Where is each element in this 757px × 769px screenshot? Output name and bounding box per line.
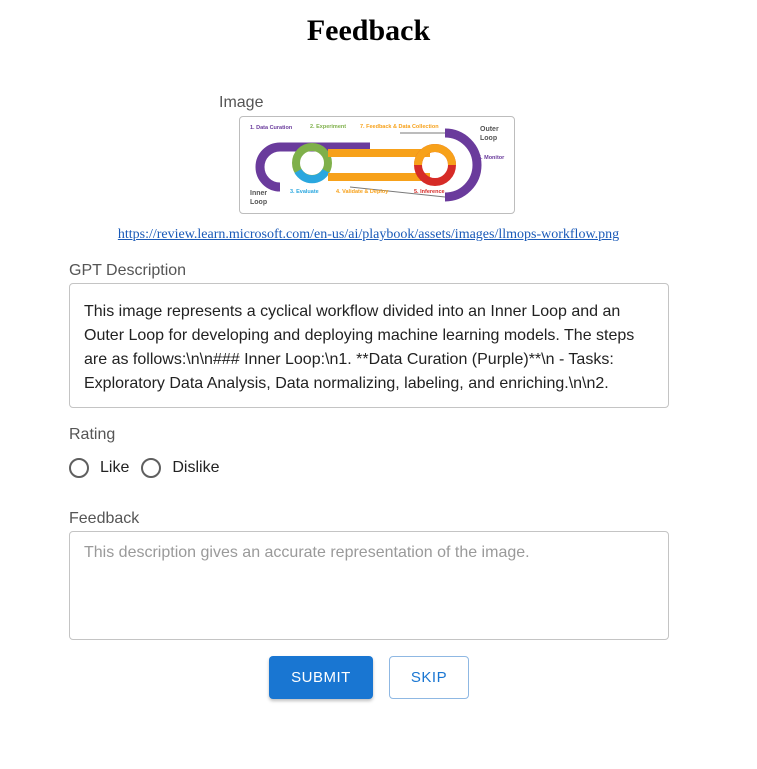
rating-dislike-option[interactable]: Dislike: [141, 458, 219, 478]
step-label: 7. Feedback & Data Collection: [360, 124, 439, 130]
step-label: 3. Evaluate: [290, 189, 319, 195]
feedback-label: Feedback: [69, 510, 140, 527]
image-url-link[interactable]: https://review.learn.microsoft.com/en-us…: [0, 227, 737, 243]
step-label: 4. Validate & Deploy: [336, 189, 389, 195]
dislike-label: Dislike: [172, 459, 220, 476]
gpt-description-text: This image represents a cyclical workflo…: [69, 283, 669, 408]
image-label: Image: [219, 94, 264, 111]
rating-label: Rating: [69, 426, 116, 443]
orange-arc: [414, 144, 456, 166]
like-radio[interactable]: [69, 458, 89, 478]
page-title: Feedback: [306, 14, 431, 47]
step-label: 6. Monitor: [478, 155, 505, 161]
llmops-workflow-image: 1. Data Curation 2. Experiment 3. Evalua…: [239, 116, 515, 214]
skip-button[interactable]: SKIP: [389, 656, 469, 699]
loop-label: Loop: [480, 135, 497, 142]
feedback-input[interactable]: [69, 531, 669, 640]
dislike-radio[interactable]: [141, 458, 162, 478]
step-label: 2. Experiment: [310, 124, 346, 130]
workflow-diagram: 1. Data Curation 2. Experiment 3. Evalua…: [250, 124, 505, 206]
loop-label: Outer: [480, 126, 499, 133]
submit-button[interactable]: SUBMIT: [269, 656, 373, 699]
step-label: 1. Data Curation: [250, 125, 293, 131]
like-label: Like: [100, 459, 130, 476]
gpt-description-label: GPT Description: [69, 262, 187, 279]
rating-like-option[interactable]: Like: [69, 458, 129, 478]
rating-group: Like Dislike: [69, 456, 231, 480]
loop-label: Loop: [250, 199, 267, 206]
purple-arc: [255, 142, 281, 192]
loop-label: Inner: [250, 190, 267, 197]
step-label: 5. Inference: [414, 189, 445, 195]
